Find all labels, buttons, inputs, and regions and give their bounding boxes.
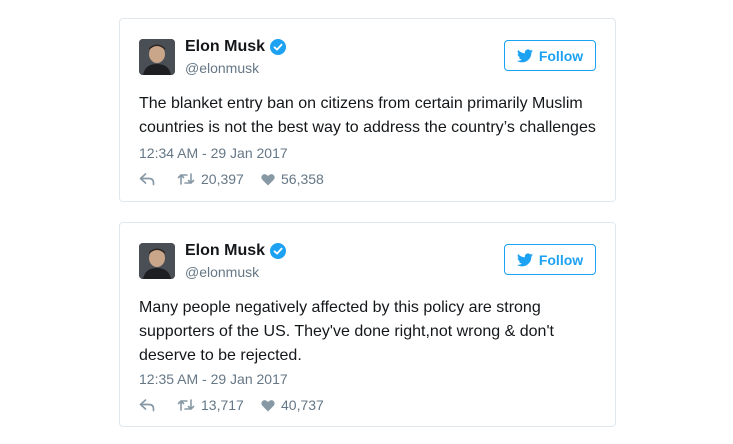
retweet-count: 20,397 (201, 171, 244, 187)
tweet-text: The blanket entry ban on citizens from c… (139, 95, 596, 136)
tweet-actions: 13,717 40,737 (139, 397, 324, 413)
heart-icon (261, 173, 275, 186)
display-name[interactable]: Elon Musk (185, 242, 265, 260)
reply-button[interactable] (139, 172, 177, 186)
twitter-bird-icon (516, 48, 533, 63)
tweet-actions: 20,397 56,358 (139, 171, 324, 187)
retweet-button[interactable]: 13,717 (177, 397, 261, 413)
like-count: 56,358 (281, 171, 324, 187)
display-name[interactable]: Elon Musk (185, 38, 265, 56)
follow-label: Follow (538, 47, 584, 64)
like-button[interactable]: 40,737 (261, 397, 324, 413)
follow-label: Follow (538, 251, 584, 268)
avatar[interactable] (139, 39, 175, 75)
reply-icon (139, 398, 155, 412)
retweet-icon (177, 398, 195, 412)
handle[interactable]: @elonmusk (185, 60, 259, 76)
timestamp[interactable]: 12:35 AM - 29 Jan 2017 (139, 371, 288, 387)
author-name-row[interactable]: Elon Musk (185, 242, 287, 260)
like-count: 40,737 (281, 397, 324, 413)
follow-button[interactable]: Follow (504, 244, 596, 275)
verified-badge-icon (270, 243, 287, 259)
retweet-count: 13,717 (201, 397, 244, 413)
follow-button[interactable]: Follow (504, 40, 596, 71)
tweet-card: Elon Musk @elonmusk Follow The blanket e… (119, 18, 616, 202)
reply-icon (139, 172, 155, 186)
retweet-icon (177, 172, 195, 186)
reply-button[interactable] (139, 398, 177, 412)
verified-badge-icon (270, 39, 287, 55)
tweet-text: Many people negatively affected by this … (139, 299, 554, 364)
retweet-button[interactable]: 20,397 (177, 171, 261, 187)
like-button[interactable]: 56,358 (261, 171, 324, 187)
timestamp[interactable]: 12:34 AM - 29 Jan 2017 (139, 145, 288, 161)
heart-icon (261, 399, 275, 412)
handle[interactable]: @elonmusk (185, 264, 259, 280)
tweet-card: Elon Musk @elonmusk Follow Many people n… (119, 222, 616, 427)
avatar[interactable] (139, 243, 175, 279)
author-name-row[interactable]: Elon Musk (185, 38, 287, 56)
twitter-bird-icon (516, 252, 533, 267)
